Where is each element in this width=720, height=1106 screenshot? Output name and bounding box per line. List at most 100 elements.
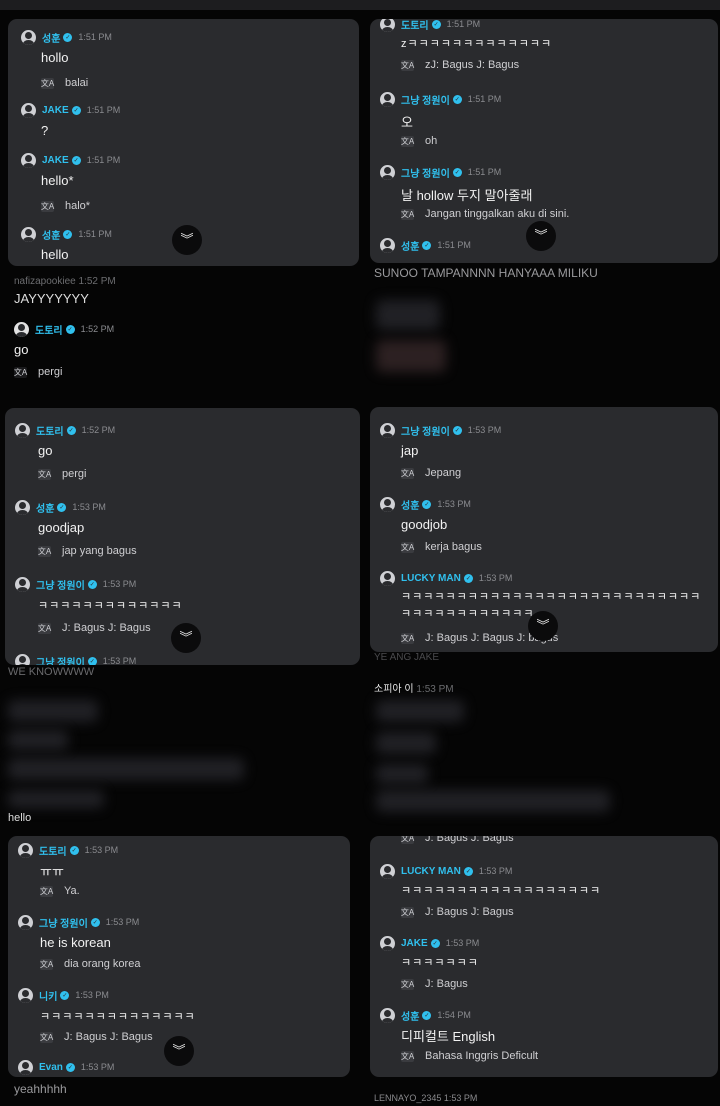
username[interactable]: JAKE — [42, 105, 69, 116]
verified-icon: ✓ — [63, 229, 73, 239]
username[interactable]: 그냥 정원이 — [401, 165, 450, 180]
translation-text: pergi — [38, 366, 63, 378]
username[interactable]: 도토리 — [35, 322, 63, 337]
username[interactable]: 니키 — [39, 988, 57, 1003]
message-text: go — [38, 443, 53, 458]
avatar-icon[interactable] — [15, 422, 30, 438]
avatar-icon[interactable] — [15, 499, 30, 515]
username[interactable]: 그냥 정원이 — [39, 915, 88, 930]
timestamp: 1:53 PM — [105, 917, 140, 927]
username[interactable]: 도토리 — [36, 423, 64, 438]
timestamp: 1:53 PM — [467, 425, 502, 435]
verified-icon: ✓ — [430, 938, 440, 948]
timestamp: 1:54 PM — [437, 1010, 471, 1020]
avatar-icon[interactable] — [18, 842, 33, 858]
translate-icon: 文A — [39, 885, 54, 897]
avatar-icon[interactable] — [380, 935, 395, 951]
translation-text: zJ: Bagus J: Bagus — [425, 59, 520, 71]
scroll-down-button[interactable]: ︾ — [164, 1036, 194, 1066]
chat-panel-5: 도토리 ✓ 1:53 PM ㅠㅠ 文A Ya. 그냥 정원이 ✓ 1:53 PM… — [8, 836, 350, 1077]
translation: 文A Bahasa Inggris Deficult — [401, 1050, 538, 1062]
chat-panel-2: 도토리 ✓ 1:51 PM zㅋㅋㅋㅋㅋㅋㅋㅋㅋㅋㅋㅋㅋ 文A zJ: Bagu… — [370, 19, 718, 263]
blurred-content — [376, 732, 436, 754]
scroll-down-button[interactable]: ︾ — [528, 611, 558, 641]
avatar-icon[interactable] — [380, 164, 395, 180]
username[interactable]: 성훈 — [36, 500, 54, 515]
scroll-down-button[interactable]: ︾ — [526, 221, 556, 251]
blurred-content — [376, 700, 464, 722]
username[interactable]: 도토리 — [39, 843, 67, 858]
avatar-icon[interactable] — [15, 576, 30, 592]
username[interactable]: 도토리 — [401, 19, 429, 32]
avatar-icon[interactable] — [380, 19, 395, 32]
avatar-icon[interactable] — [21, 29, 36, 45]
scroll-down-button[interactable]: ︾ — [171, 623, 201, 653]
verified-icon: ✓ — [65, 1062, 75, 1072]
username[interactable]: LUCKY MAN — [401, 573, 461, 584]
timestamp: 1:51 PM — [437, 240, 471, 250]
translate-icon: 文A — [40, 77, 55, 89]
avatar-icon[interactable] — [380, 91, 395, 107]
avatar-icon[interactable] — [380, 496, 395, 512]
translate-icon: 文A — [400, 632, 415, 644]
timestamp: 1:53 PM — [102, 656, 137, 665]
live-comment-text: yeahhhhh — [14, 1082, 67, 1096]
avatar-icon[interactable] — [380, 1007, 395, 1023]
username[interactable]: LUCKY MAN — [401, 866, 461, 877]
message-text: 오 — [401, 115, 413, 130]
username: 소피아 이 1:53 PM — [374, 684, 454, 695]
avatar-icon[interactable] — [380, 422, 395, 438]
avatar-icon[interactable] — [380, 570, 395, 586]
translate-icon: 文A — [400, 1050, 415, 1062]
username[interactable]: JAKE — [42, 155, 69, 166]
verified-icon: ✓ — [422, 1010, 432, 1020]
scroll-down-button[interactable]: ︾ — [172, 225, 202, 255]
translate-icon: 文A — [400, 135, 415, 147]
translate-icon: 文A — [37, 622, 52, 634]
username[interactable]: 그냥 정원이 — [36, 654, 85, 666]
chat-panel-6: 文A J: Bagus J: Bagus LUCKY MAN ✓ 1:53 PM… — [370, 836, 718, 1077]
username[interactable]: 성훈 — [401, 1008, 419, 1023]
timestamp: 1:52 PM — [81, 425, 116, 435]
translation-text: J: Bagus J: Bagus — [64, 1031, 153, 1043]
translation-text: dia orang korea — [64, 958, 141, 970]
translation-text: J: Bagus J: Bagus — [425, 906, 514, 918]
avatar-icon[interactable] — [21, 102, 36, 118]
message-text: jap — [401, 443, 419, 458]
username[interactable]: 성훈 — [401, 497, 419, 512]
avatar-icon[interactable] — [21, 152, 36, 168]
username[interactable]: 성훈 — [401, 238, 419, 253]
top-bar — [0, 0, 720, 10]
avatar-icon[interactable] — [21, 226, 36, 242]
username[interactable]: 그냥 정원이 — [401, 423, 450, 438]
timestamp: 1:53 PM — [437, 499, 471, 509]
translation: 文A J: Bagus J: Bagus — [38, 622, 151, 634]
verified-icon: ✓ — [431, 19, 441, 29]
message-text: ㅋㅋㅋㅋㅋㅋㅋㅋㅋㅋㅋㅋㅋㅋㅋㅋㅋㅋ — [401, 885, 602, 897]
message-text: zㅋㅋㅋㅋㅋㅋㅋㅋㅋㅋㅋㅋㅋ — [401, 38, 553, 50]
avatar-icon[interactable] — [18, 987, 33, 1003]
username[interactable]: JAKE — [401, 938, 428, 949]
timestamp: 1:51 PM — [78, 229, 112, 239]
username[interactable]: 성훈 — [42, 227, 60, 242]
username[interactable]: 그냥 정원이 — [401, 92, 450, 107]
avatar-icon[interactable] — [18, 914, 33, 930]
username[interactable]: 성훈 — [42, 30, 60, 45]
translate-icon: 文A — [39, 958, 54, 970]
timestamp: 1:53 PM — [102, 579, 137, 589]
username[interactable]: Evan — [39, 1062, 63, 1073]
translate-icon: 文A — [400, 208, 415, 220]
avatar-icon[interactable] — [15, 653, 30, 665]
chevron-double-down-icon: ︾ — [536, 618, 550, 633]
translation-text: pergi — [62, 468, 87, 480]
verified-icon: ✓ — [452, 167, 462, 177]
translate-icon: 文A — [401, 836, 414, 844]
translate-icon: 文A — [40, 200, 55, 212]
avatar-icon[interactable] — [18, 1059, 33, 1075]
avatar-icon[interactable] — [380, 237, 395, 253]
avatar-icon[interactable] — [380, 863, 395, 879]
username[interactable]: 그냥 정원이 — [36, 577, 85, 592]
blurred-content — [8, 758, 244, 780]
message-text: ㅋㅋㅋㅋㅋㅋㅋㅋㅋㅋㅋㅋㅋ — [38, 600, 183, 612]
avatar-icon[interactable] — [14, 321, 29, 337]
